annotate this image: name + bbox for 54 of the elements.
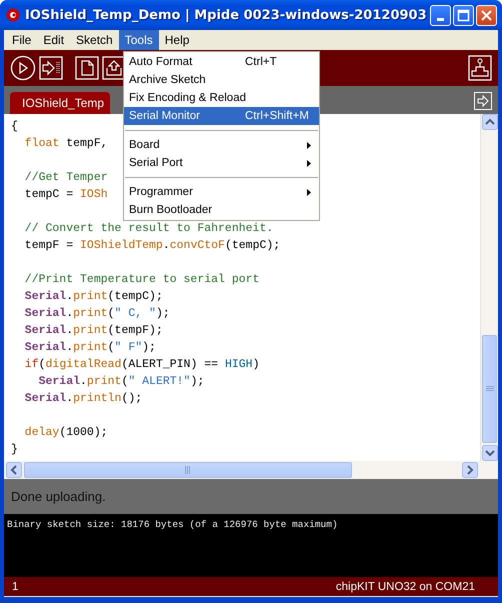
code-line: { [11, 119, 18, 135]
scroll-thumb[interactable] [24, 462, 352, 478]
code-line: Serial.print(" ALERT!"); [38, 374, 204, 390]
menu-option[interactable]: Serial Port [124, 154, 319, 172]
menu-option[interactable]: Serial Monitor Ctrl+Shift+M [124, 107, 319, 125]
code-line: //Get Temper [24, 170, 108, 186]
code-line: Serial.println(); [24, 391, 142, 407]
code-line: tempF = IOShieldTemp.convCtoF(tempC); [24, 238, 280, 254]
menu-option[interactable]: Programmer [124, 183, 319, 201]
code-line: if(digitalRead(ALERT_PIN) == HIGH) [24, 357, 260, 373]
menu-item[interactable]: Edit [37, 30, 70, 50]
code-line: Serial.print(tempF); [24, 323, 163, 339]
scroll-left-icon[interactable] [6, 462, 22, 478]
code-line: Serial.print(" F"); [24, 340, 156, 356]
code-line: Serial.print(tempC); [24, 289, 163, 305]
menu-item[interactable]: Help [158, 30, 196, 50]
sketch-tab[interactable]: IOShield_Temp [10, 92, 110, 114]
menu-option[interactable]: Fix Encoding & Reload [124, 89, 319, 107]
close-button[interactable] [476, 4, 497, 26]
board-port-label: chipKIT UNO32 on COM21 [336, 580, 475, 592]
code-line: //Print Temperature to serial port [24, 272, 260, 288]
menu-option[interactable]: Archive Sketch [124, 71, 319, 89]
minimize-button[interactable] [430, 4, 451, 26]
menu-item[interactable]: Sketch [70, 30, 119, 50]
code-line: delay(1000); [24, 425, 108, 441]
scroll-right-icon[interactable] [462, 462, 478, 478]
status-message: Done uploading. [11, 489, 106, 504]
new-file-icon[interactable] [75, 56, 99, 80]
maximize-button[interactable] [453, 4, 474, 26]
menu-option[interactable]: Auto Format Ctrl+T [124, 53, 319, 71]
scroll-down-icon[interactable] [482, 445, 498, 461]
code-line: } [11, 442, 18, 458]
scroll-up-icon[interactable] [482, 114, 498, 130]
vertical-scrollbar[interactable] [480, 114, 498, 461]
console-line: Binary sketch size: 18176 bytes (of a 126976 byte maximum) [7, 518, 339, 532]
menu-item[interactable]: File [6, 30, 38, 50]
code-line: // Convert the result to Fahrenheit. [24, 221, 274, 237]
upload-icon[interactable] [39, 56, 63, 80]
line-number: 1 [12, 580, 18, 592]
tab-menu-icon[interactable] [474, 92, 492, 110]
code-line: tempC = IOSh [24, 187, 108, 203]
menu-option[interactable]: Board [124, 136, 319, 154]
app-icon [6, 8, 20, 22]
menu-option[interactable]: Burn Bootloader [124, 201, 319, 219]
close-icon [480, 8, 493, 22]
code-line: float tempF, [24, 136, 108, 152]
code-line: Serial.print(" C, "); [24, 306, 170, 322]
serial-monitor-icon[interactable] [468, 55, 492, 81]
minimize-icon [437, 18, 444, 20]
maximize-icon [457, 8, 470, 22]
menu-item[interactable]: Tools [118, 30, 159, 50]
window-title: IOShield_Temp_Demo | Mpide 0023-windows-20120903 [25, 8, 428, 22]
scroll-thumb[interactable] [482, 335, 497, 443]
run-icon[interactable] [10, 55, 36, 81]
